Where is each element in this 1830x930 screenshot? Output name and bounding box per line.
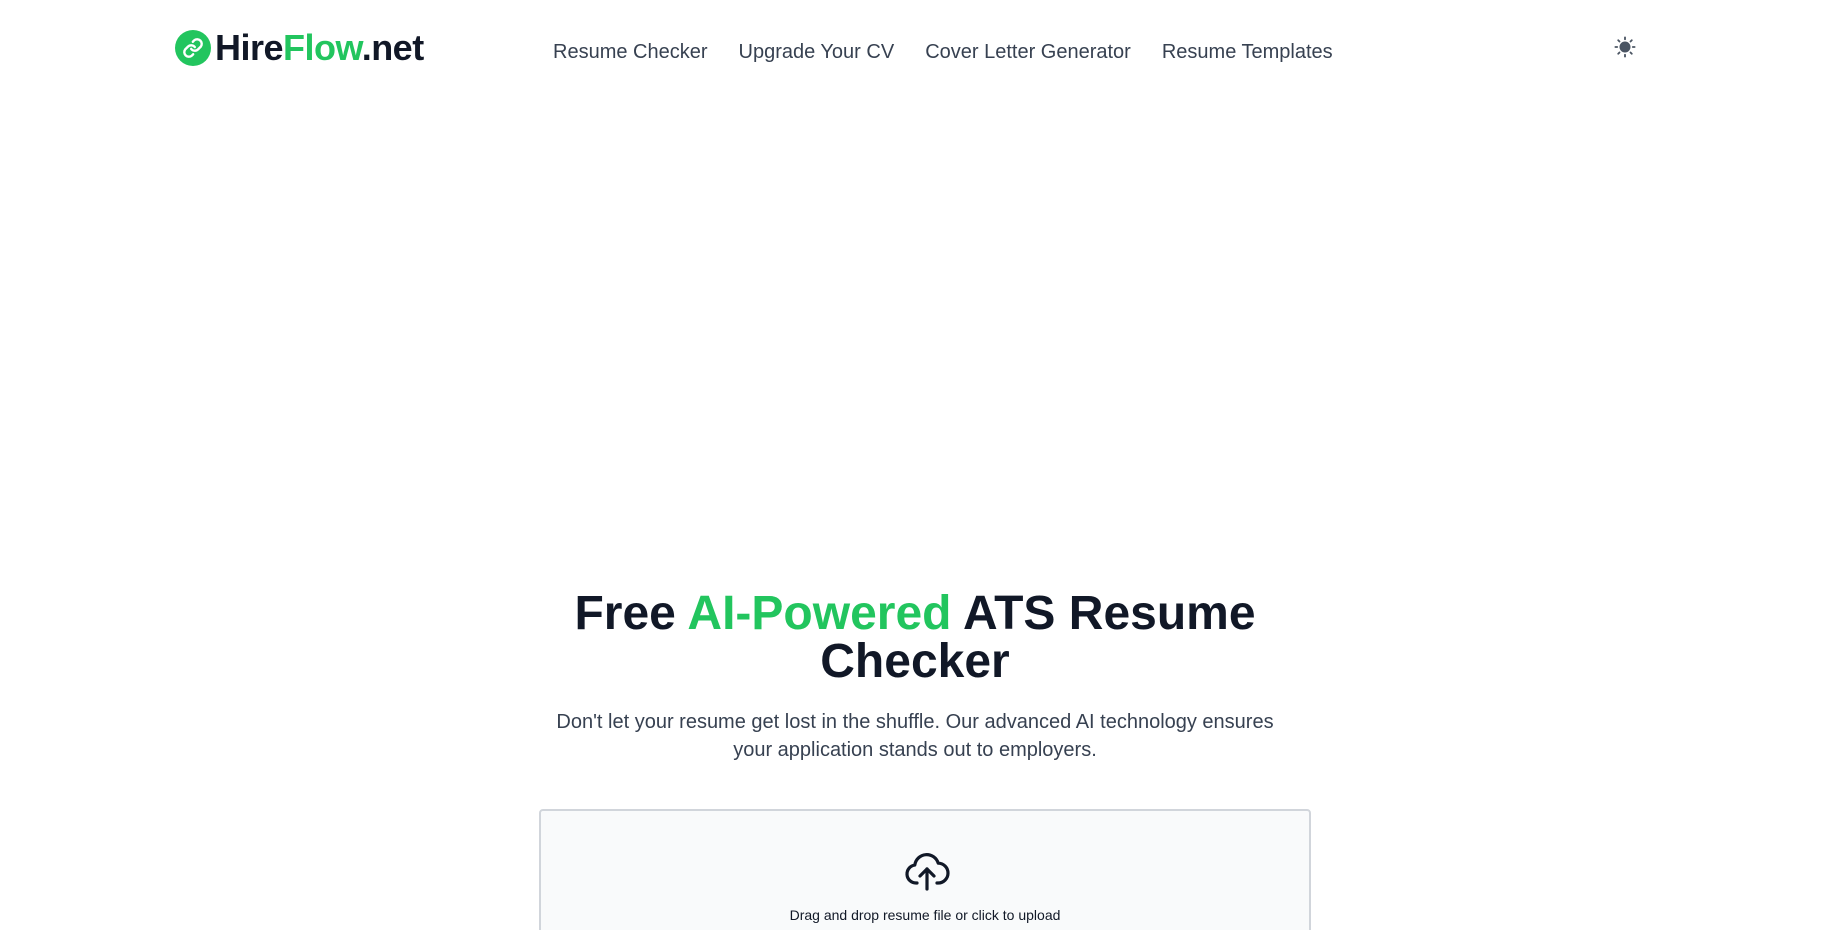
hero-title-part1: Free — [574, 587, 688, 640]
site-header: HireFlow.net Resume Checker Upgrade Your… — [0, 0, 1830, 100]
page: HireFlow.net Resume Checker Upgrade Your… — [0, 0, 1830, 930]
resume-upload-dropzone[interactable]: Drag and drop resume file or click to up… — [539, 809, 1311, 930]
logo-text-hire: Hire — [215, 27, 284, 68]
logo-text: HireFlow.net — [215, 28, 424, 68]
nav-link-upgrade-your-cv[interactable]: Upgrade Your CV — [739, 40, 895, 64]
hero-subtitle: Don't let your resume get lost in the sh… — [556, 711, 1274, 761]
theme-toggle-button[interactable] — [1612, 35, 1638, 63]
hero-title-accent: AI-Powered — [687, 587, 952, 640]
logo-text-flow: Flow — [283, 27, 362, 68]
cloud-upload-icon — [903, 847, 951, 895]
hero-title: Free AI-Powered ATS Resume Checker — [565, 590, 1265, 686]
nav-link-resume-checker[interactable]: Resume Checker — [553, 40, 708, 64]
logo-link[interactable]: HireFlow.net — [175, 28, 424, 68]
hero-section: Free AI-Powered ATS Resume Checker Don't… — [0, 590, 1830, 764]
link-icon — [175, 30, 211, 66]
logo-text-net: .net — [361, 27, 425, 68]
nav-link-cover-letter-generator[interactable]: Cover Letter Generator — [925, 40, 1131, 64]
upload-label: Drag and drop resume file or click to up… — [789, 907, 1061, 923]
sun-icon — [1614, 35, 1636, 63]
nav-link-resume-templates[interactable]: Resume Templates — [1162, 40, 1333, 64]
main-nav: Resume Checker Upgrade Your CV Cover Let… — [553, 40, 1333, 64]
